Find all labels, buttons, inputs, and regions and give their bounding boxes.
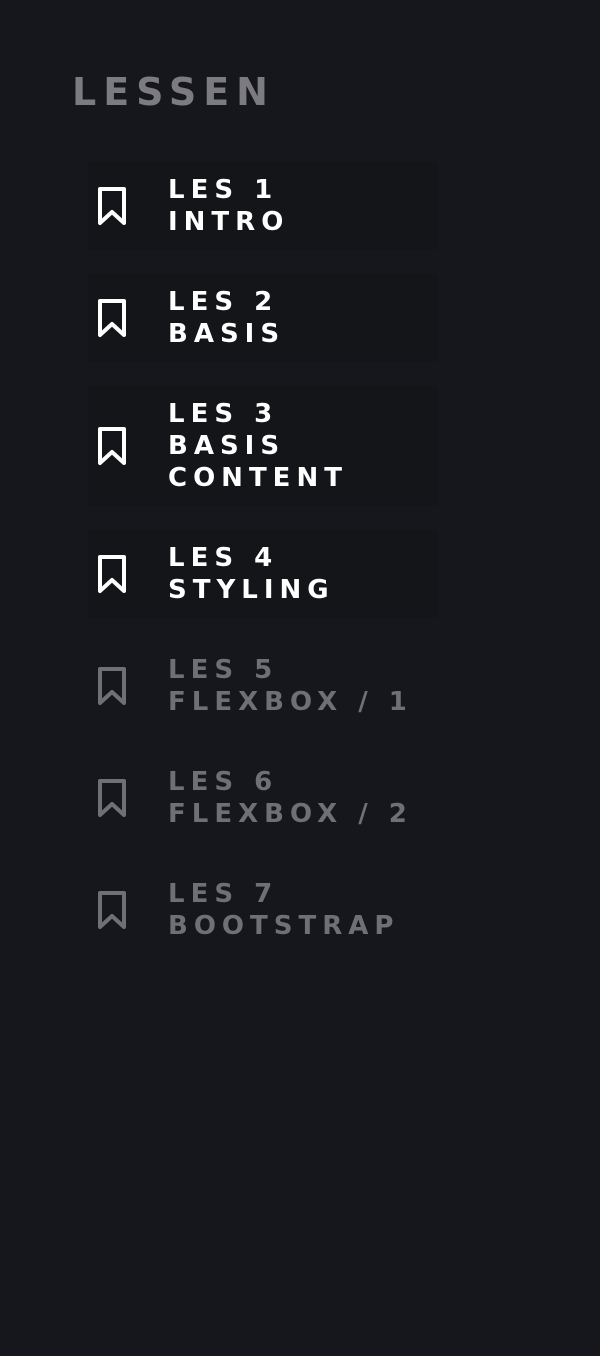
lesson-title: FLEXBOX / 2 [168,799,413,829]
lesson-title-line-2: CONTENT [168,463,348,493]
bookmark-icon [96,554,128,594]
lesson-item-3[interactable]: LES 3 BASIS CONTENT [88,386,438,506]
lesson-list: LES 1 INTRO LES 2 BASIS LES 3 BASIS CONT… [0,162,600,954]
lesson-title: BOOTSTRAP [168,911,400,941]
bookmark-icon [96,666,128,706]
lesson-item-7[interactable]: LES 7 BOOTSTRAP [88,866,438,954]
lessons-sidebar: LESSEN LES 1 INTRO LES 2 BASIS LES 3 BAS… [0,0,600,1356]
lesson-label: LES 4 STYLING [168,542,335,606]
bookmark-icon [96,426,128,466]
lesson-item-2[interactable]: LES 2 BASIS [88,274,438,362]
lesson-number: LES 2 [168,287,279,317]
lesson-number: LES 1 [168,175,279,205]
lesson-number: LES 3 [168,399,279,429]
lesson-label: LES 1 INTRO [168,174,289,238]
lesson-title: BASIS [168,431,286,461]
lesson-title: STYLING [168,575,335,605]
lesson-item-1[interactable]: LES 1 INTRO [88,162,438,250]
bookmark-icon [96,298,128,338]
lesson-label: LES 2 BASIS [168,286,285,350]
bookmark-icon [96,778,128,818]
lesson-label: LES 5 FLEXBOX / 1 [168,654,413,718]
bookmark-icon [96,186,128,226]
lesson-title: FLEXBOX / 1 [168,687,413,717]
lesson-label: LES 6 FLEXBOX / 2 [168,766,413,830]
lesson-label: LES 3 BASIS CONTENT [168,398,348,494]
bookmark-icon [96,890,128,930]
lesson-item-5[interactable]: LES 5 FLEXBOX / 1 [88,642,438,730]
lesson-number: LES 7 [168,879,279,909]
lesson-number: LES 6 [168,767,279,797]
lesson-item-6[interactable]: LES 6 FLEXBOX / 2 [88,754,438,842]
lesson-title: INTRO [168,207,290,237]
lesson-number: LES 5 [168,655,279,685]
lesson-number: LES 4 [168,543,279,573]
sidebar-heading: LESSEN [72,70,275,114]
lesson-title: BASIS [168,319,286,349]
lesson-item-4[interactable]: LES 4 STYLING [88,530,438,618]
lesson-label: LES 7 BOOTSTRAP [168,878,399,942]
